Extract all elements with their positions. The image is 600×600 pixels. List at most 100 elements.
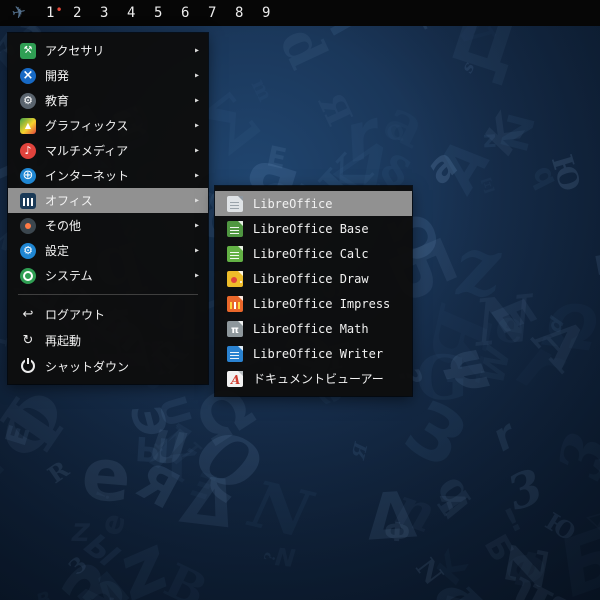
submenu-item-libreoffice-math[interactable]: LibreOffice Math (215, 316, 412, 341)
menu-item-label: その他 (45, 219, 82, 233)
logout-icon (20, 306, 36, 322)
submenu-arrow-icon: ▸ (193, 70, 200, 81)
workspace-7[interactable]: 7 (208, 5, 235, 21)
workspace-9[interactable]: 9 (262, 5, 289, 21)
menu-item-label: インターネット (45, 169, 130, 183)
active-workspace-marker: • (55, 3, 63, 17)
menu-categories: アクセサリ▸開発▸教育▸グラフィックス▸マルチメディア▸インターネット▸オフィス… (8, 38, 208, 288)
education-icon (20, 92, 36, 109)
libreoffice-base-icon (227, 220, 243, 237)
launcher-logo-icon[interactable] (0, 3, 38, 23)
menu-item-internet[interactable]: インターネット ▸ (8, 163, 208, 188)
development-icon (20, 67, 36, 84)
graphics-icon (20, 117, 36, 134)
libreoffice-icon (227, 195, 243, 212)
menu-item-label: グラフィックス (45, 119, 129, 133)
menu-item-label: アクセサリ (45, 44, 105, 58)
menu-item-development[interactable]: 開発 ▸ (8, 63, 208, 88)
submenu-item-label: LibreOffice Writer (253, 346, 384, 361)
shutdown-icon (20, 358, 36, 374)
submenu-item-libreoffice-draw[interactable]: LibreOffice Draw (215, 266, 412, 291)
workspace-6[interactable]: 6 (181, 5, 208, 21)
submenu-item-libreoffice-impress[interactable]: LibreOffice Impress (215, 291, 412, 316)
workspace-1[interactable]: 1 • (46, 3, 73, 21)
workspace-number: 3 (100, 5, 109, 21)
submenu-arrow-icon: ▸ (193, 120, 200, 131)
menu-separator (18, 294, 198, 295)
multimedia-icon (20, 142, 36, 159)
menu-item-office[interactable]: オフィス ▸ (8, 188, 208, 213)
document-viewer-icon (227, 370, 243, 387)
menu-item-label: マルチメディア (45, 144, 129, 158)
libreoffice-math-icon (227, 320, 243, 337)
workspace-number: 9 (262, 5, 271, 21)
workspace-number: 5 (154, 5, 163, 21)
submenu-arrow-icon: ▸ (193, 220, 200, 231)
submenu-arrow-icon: ▸ (193, 170, 200, 181)
submenu-item-libreoffice-calc[interactable]: LibreOffice Calc (215, 241, 412, 266)
submenu-arrow-icon: ▸ (193, 45, 200, 56)
submenu-arrow-icon: ▸ (193, 95, 200, 106)
submenu-arrow-icon: ▸ (193, 245, 200, 256)
menu-item-accessories[interactable]: アクセサリ ▸ (8, 38, 208, 63)
submenu-item-label: LibreOffice Math (253, 321, 369, 336)
submenu-item-label: LibreOffice (253, 196, 333, 211)
workspace-number: 8 (235, 5, 244, 21)
libreoffice-writer-icon (227, 345, 243, 362)
workspace-2[interactable]: 2 (73, 5, 100, 21)
internet-icon (20, 167, 36, 184)
menu-item-label: オフィス (45, 194, 93, 208)
menu-item-label: シャットダウン (45, 359, 130, 374)
libreoffice-calc-icon (227, 245, 243, 262)
workspace-number: 7 (208, 5, 217, 21)
workspace-8[interactable]: 8 (235, 5, 262, 21)
menu-item-label: 再起動 (45, 333, 82, 348)
menu-item-multimedia[interactable]: マルチメディア ▸ (8, 138, 208, 163)
menu-item-system[interactable]: システム ▸ (8, 263, 208, 288)
menu-item-label: 設定 (45, 244, 70, 258)
menu-item-education[interactable]: 教育 ▸ (8, 88, 208, 113)
workspace-number: 1 (46, 5, 55, 21)
submenu-item-label: LibreOffice Draw (253, 271, 369, 286)
submenu-item-libreoffice-writer[interactable]: LibreOffice Writer (215, 341, 412, 366)
applications-menu: アクセサリ▸開発▸教育▸グラフィックス▸マルチメディア▸インターネット▸オフィス… (8, 33, 208, 384)
menu-item-reboot[interactable]: 再起動 (8, 327, 208, 353)
submenu-item-label: LibreOffice Base (253, 221, 369, 236)
system-icon (20, 267, 36, 284)
office-icon (20, 192, 36, 209)
submenu-item-libreoffice-base[interactable]: LibreOffice Base (215, 216, 412, 241)
top-bar: 1•23456789 (0, 0, 600, 26)
accessories-icon (20, 42, 36, 59)
settings-icon (20, 242, 36, 259)
menu-item-graphics[interactable]: グラフィックス ▸ (8, 113, 208, 138)
workspace-switcher: 1 • 2 3 4 5 6 7 8 9 (46, 3, 289, 21)
workspace-5[interactable]: 5 (154, 5, 181, 21)
workspace-3[interactable]: 3 (100, 5, 127, 21)
menu-item-settings[interactable]: 設定 ▸ (8, 238, 208, 263)
submenu-arrow-icon: ▸ (193, 270, 200, 281)
submenu-arrow-icon: ▸ (193, 195, 200, 206)
menu-item-shutdown[interactable]: シャットダウン (8, 353, 208, 379)
submenu-item-label: LibreOffice Impress (253, 296, 391, 311)
reboot-icon (20, 332, 36, 348)
menu-item-label: ログアウト (45, 307, 106, 322)
menu-item-other[interactable]: その他 ▸ (8, 213, 208, 238)
libreoffice-impress-icon (227, 295, 243, 312)
submenu-item-label: ドキュメントビューアー (253, 372, 384, 386)
office-submenu: LibreOffice LibreOffice Base LibreOffice C… (215, 186, 412, 396)
menu-item-logout[interactable]: ログアウト (8, 301, 208, 327)
menu-item-label: システム (45, 269, 93, 283)
submenu-item-label: LibreOffice Calc (253, 246, 369, 261)
menu-item-label: 開発 (45, 69, 70, 83)
menu-actions: ログアウト再起動シャットダウン (8, 301, 208, 379)
submenu-item-document-viewer[interactable]: ドキュメントビューアー (215, 366, 412, 391)
menu-item-label: 教育 (45, 94, 70, 108)
workspace-number: 4 (127, 5, 136, 21)
libreoffice-draw-icon (227, 270, 243, 287)
workspace-number: 2 (73, 5, 82, 21)
submenu-arrow-icon: ▸ (193, 145, 200, 156)
workspace-number: 6 (181, 5, 190, 21)
workspace-4[interactable]: 4 (127, 5, 154, 21)
submenu-item-libreoffice[interactable]: LibreOffice (215, 191, 412, 216)
other-icon (20, 217, 36, 234)
